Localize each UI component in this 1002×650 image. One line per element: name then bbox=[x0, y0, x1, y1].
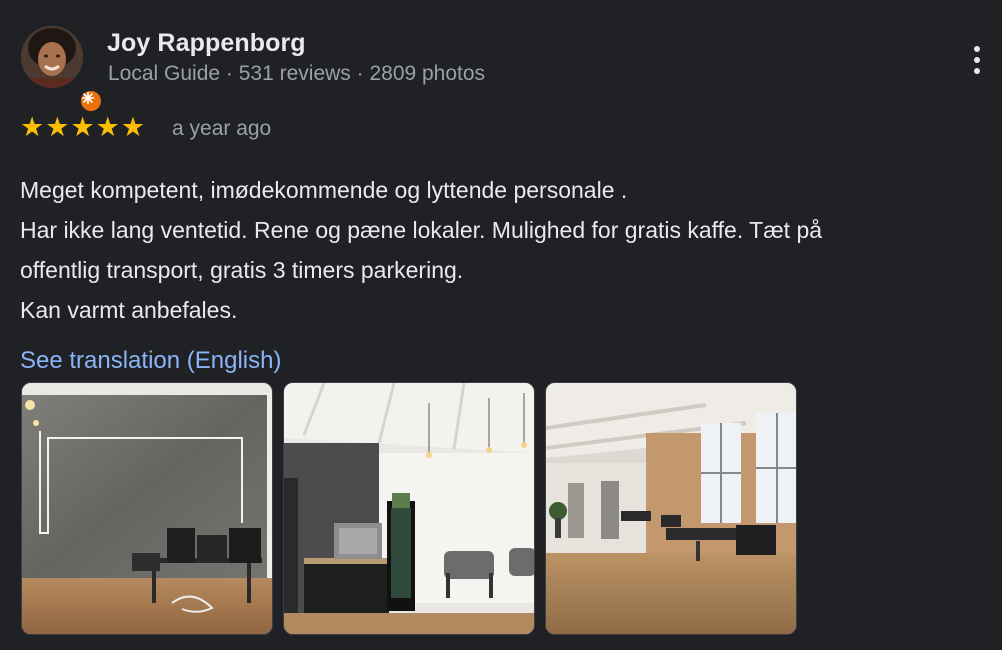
local-guide-badge-icon bbox=[79, 89, 103, 113]
more-vert-icon bbox=[974, 46, 980, 52]
star-icon: ★ bbox=[70, 112, 95, 142]
reviewer-avatar[interactable] bbox=[21, 26, 103, 113]
star-icon: ★ bbox=[95, 112, 120, 142]
star-icon: ★ bbox=[120, 112, 146, 142]
review-text: Meget kompetent, imødekommende og lytten… bbox=[20, 170, 1002, 330]
star-rating: ★ ★ ★ ★ ★ bbox=[20, 113, 145, 141]
more-options-button[interactable] bbox=[962, 40, 992, 80]
review-text-line: Kan varmt anbefales. bbox=[20, 297, 238, 323]
review-photo-treatment-room[interactable] bbox=[545, 382, 797, 635]
reviewer-name[interactable]: Joy Rappenborg bbox=[107, 29, 306, 58]
star-icon: ★ bbox=[20, 112, 45, 142]
star-icon: ★ bbox=[45, 112, 70, 142]
review-date: a year ago bbox=[172, 117, 272, 140]
review-card: Joy Rappenborg Local Guide · 531 reviews… bbox=[0, 0, 1002, 650]
review-text-line: Har ikke lang ventetid. Rene og pæne lok… bbox=[20, 217, 823, 243]
see-translation-link[interactable]: See translation (English) bbox=[20, 347, 281, 375]
avatar-portrait bbox=[21, 26, 83, 88]
reviewer-meta: Local Guide · 531 reviews · 2809 photos bbox=[108, 62, 486, 85]
review-photo-coffee-area[interactable] bbox=[283, 382, 535, 635]
review-text-line: Meget kompetent, imødekommende og lytten… bbox=[20, 177, 628, 203]
review-text-line: offentlig transport, gratis 3 timers par… bbox=[20, 257, 464, 283]
review-photo-office[interactable] bbox=[21, 382, 273, 635]
